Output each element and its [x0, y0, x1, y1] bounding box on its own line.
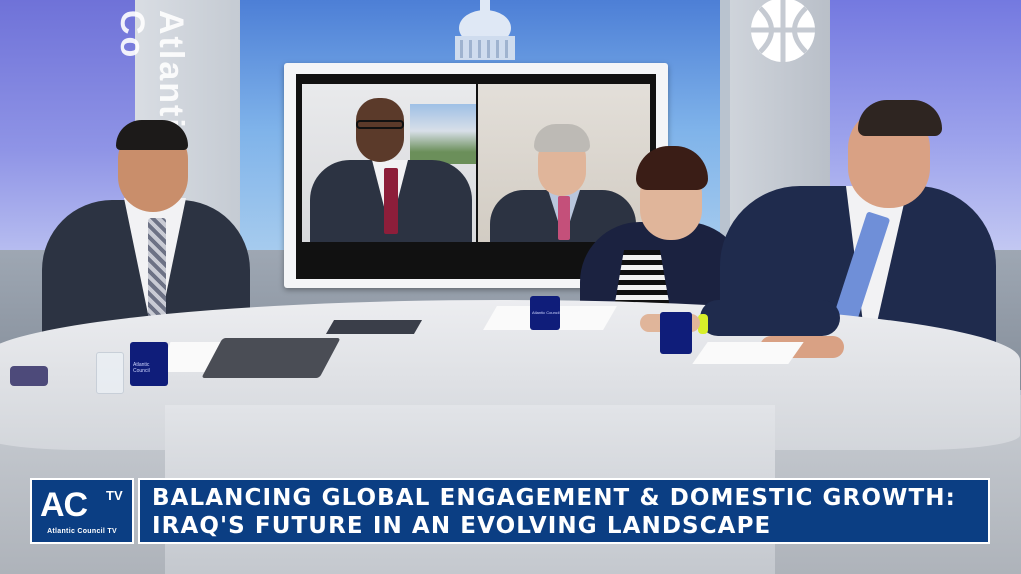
coffee-mug: Atlantic Council: [530, 296, 560, 330]
tablet-device: [325, 320, 423, 334]
remote-guest-1-tie: [384, 168, 398, 234]
globe-logo-icon: [751, 0, 815, 62]
host-left-tie: [148, 218, 166, 318]
phone-device: [10, 366, 48, 386]
atlantic-council-tv-logo: AC TV Atlantic Council TV: [30, 478, 134, 544]
logo-main-text: AC: [40, 486, 88, 524]
host-right-hair: [858, 100, 942, 136]
coffee-mug: Atlantic Council: [130, 342, 168, 386]
headline-line-2: IRAQ'S FUTURE IN AN EVOLVING LANDSCAPE: [152, 513, 772, 539]
mug-label: Atlantic Council: [532, 310, 560, 315]
remote-guest-1-head: [356, 98, 404, 162]
host-left-hair: [116, 120, 188, 150]
paper-sheet: [692, 342, 804, 364]
logo-tv-text: TV: [106, 488, 123, 503]
logo-subtitle: Atlantic Council TV: [47, 528, 117, 535]
remote-guest-2-tie: [558, 196, 570, 240]
host-right-arm: [700, 300, 840, 336]
capitol-dome-graphic: [455, 0, 515, 60]
tablet-device: [201, 338, 341, 378]
campus-building-picture: [410, 104, 476, 164]
broadcast-frame: Atlantic Co Atlantic Council Atlantic Co…: [0, 0, 1021, 574]
coffee-mug: [660, 312, 692, 354]
eyeglasses-icon: [356, 120, 404, 129]
water-glass: [96, 352, 124, 394]
lower-third-headline-bar: BALANCING GLOBAL ENGAGEMENT & DOMESTIC G…: [138, 478, 990, 544]
remote-guest-2-hair: [534, 124, 590, 152]
mug-label: Atlantic Council: [133, 362, 150, 374]
headline-line-1: BALANCING GLOBAL ENGAGEMENT & DOMESTIC G…: [152, 485, 956, 511]
